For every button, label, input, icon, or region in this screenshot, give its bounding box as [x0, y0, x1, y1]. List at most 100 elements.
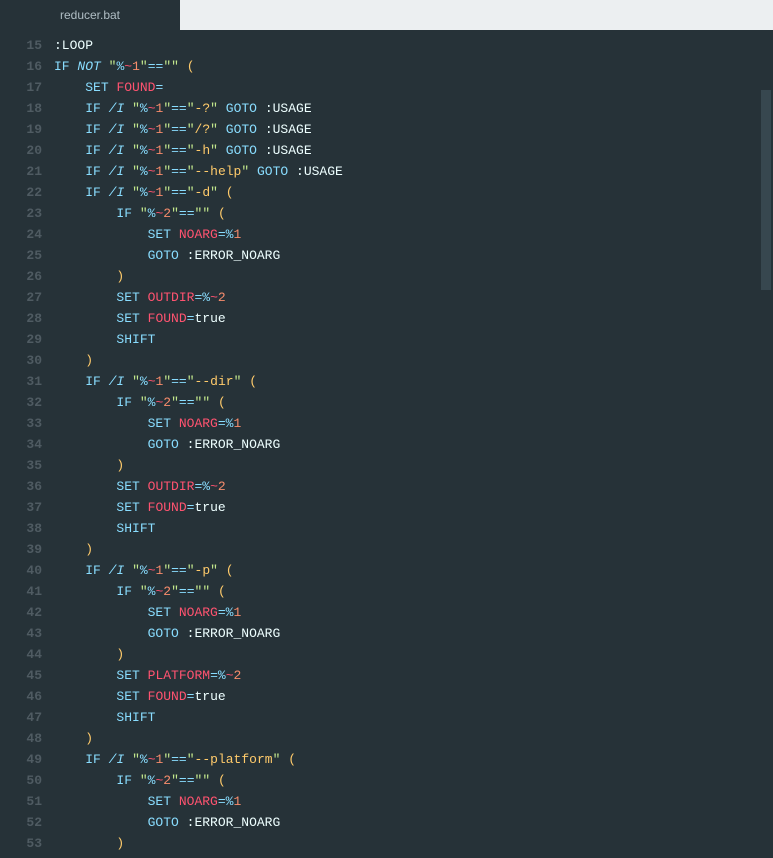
- code-line[interactable]: IF "%~2"=="" (: [54, 392, 773, 413]
- code-line[interactable]: ): [54, 833, 773, 854]
- scrollbar-track[interactable]: [759, 30, 773, 858]
- token-num: 1: [233, 605, 241, 620]
- code-editor[interactable]: 1516171819202122232425262728293031323334…: [0, 30, 773, 858]
- code-line[interactable]: ): [54, 350, 773, 371]
- code-line[interactable]: SET NOARG=%1: [54, 602, 773, 623]
- code-line[interactable]: SET FOUND=true: [54, 308, 773, 329]
- token-str: ": [210, 185, 218, 200]
- code-line[interactable]: SHIFT: [54, 707, 773, 728]
- line-number: 33: [0, 413, 42, 434]
- token-tilde: ~: [148, 374, 156, 389]
- line-number: 37: [0, 497, 42, 518]
- code-line[interactable]: SET NOARG=%1: [54, 224, 773, 245]
- code-line[interactable]: SHIFT: [54, 518, 773, 539]
- token-kwem: /I: [109, 374, 125, 389]
- token-white: :USAGE: [296, 164, 343, 179]
- token-flag: -?: [195, 101, 211, 116]
- token-pct: %: [140, 101, 148, 116]
- token-kw: IF: [116, 206, 132, 221]
- code-line[interactable]: SET NOARG=%1: [54, 413, 773, 434]
- code-line[interactable]: IF /I "%~1"=="--help" GOTO :USAGE: [54, 161, 773, 182]
- line-number: 52: [0, 812, 42, 833]
- code-line[interactable]: ): [54, 455, 773, 476]
- token-white: :ERROR_NOARG: [187, 815, 281, 830]
- code-line[interactable]: IF /I "%~1"=="-?" GOTO :USAGE: [54, 98, 773, 119]
- token-kwem: NOT: [77, 59, 100, 74]
- line-number: 27: [0, 287, 42, 308]
- code-line[interactable]: IF "%~2"=="" (: [54, 203, 773, 224]
- token-oper: ==: [179, 395, 195, 410]
- token-kw: SET: [116, 479, 139, 494]
- code-line[interactable]: GOTO :ERROR_NOARG: [54, 812, 773, 833]
- code-line[interactable]: SET NOARG=%1: [54, 791, 773, 812]
- token-str: ": [171, 206, 179, 221]
- code-line[interactable]: IF /I "%~1"=="-d" (: [54, 182, 773, 203]
- code-line[interactable]: IF /I "%~1"=="-p" (: [54, 560, 773, 581]
- tab-empty-area[interactable]: [180, 0, 773, 30]
- token-oper: =: [218, 416, 226, 431]
- token-str: ": [187, 101, 195, 116]
- token-num: 1: [233, 227, 241, 242]
- token-kw: IF: [85, 374, 101, 389]
- line-number: 17: [0, 77, 42, 98]
- token-kw: GOTO: [226, 143, 257, 158]
- token-white: :USAGE: [265, 143, 312, 158]
- line-number: 44: [0, 644, 42, 665]
- token-str: "": [195, 584, 211, 599]
- code-line[interactable]: IF "%~2"=="" (: [54, 581, 773, 602]
- code-line[interactable]: IF /I "%~1"=="--dir" (: [54, 371, 773, 392]
- token-pct: %: [140, 374, 148, 389]
- line-number: 15: [0, 35, 42, 56]
- line-number: 16: [0, 56, 42, 77]
- code-line[interactable]: GOTO :ERROR_NOARG: [54, 623, 773, 644]
- token-pct: %: [140, 752, 148, 767]
- code-line[interactable]: ): [54, 539, 773, 560]
- token-oper: =: [210, 668, 218, 683]
- code-area[interactable]: :LOOPIF NOT "%~1"=="" ( SET FOUND= IF /I…: [50, 30, 773, 858]
- token-kw: SET: [116, 689, 139, 704]
- code-line[interactable]: SET FOUND=true: [54, 497, 773, 518]
- token-flag: (: [187, 59, 195, 74]
- token-kwem: /I: [109, 563, 125, 578]
- file-tab[interactable]: reducer.bat: [0, 0, 180, 30]
- scrollbar-thumb[interactable]: [761, 90, 771, 290]
- token-pct: %: [140, 143, 148, 158]
- code-line[interactable]: ): [54, 728, 773, 749]
- token-num: 1: [233, 416, 241, 431]
- token-str: ": [163, 374, 171, 389]
- code-line[interactable]: SET OUTDIR=%~2: [54, 287, 773, 308]
- code-line[interactable]: :LOOP: [54, 35, 773, 56]
- code-line[interactable]: SET FOUND=: [54, 77, 773, 98]
- token-tilde: ~: [148, 563, 156, 578]
- line-number: 38: [0, 518, 42, 539]
- code-line[interactable]: IF "%~2"=="" (: [54, 770, 773, 791]
- code-line[interactable]: SET FOUND=true: [54, 686, 773, 707]
- token-str: ": [210, 122, 218, 137]
- token-var: OUTDIR: [148, 479, 195, 494]
- code-line[interactable]: SET PLATFORM=%~2: [54, 665, 773, 686]
- token-kw: GOTO: [226, 122, 257, 137]
- token-str: ": [187, 185, 195, 200]
- token-tilde: ~: [124, 59, 132, 74]
- token-oper: =: [218, 605, 226, 620]
- line-number: 31: [0, 371, 42, 392]
- code-line[interactable]: IF /I "%~1"=="--platform" (: [54, 749, 773, 770]
- token-kw: SET: [148, 794, 171, 809]
- token-str: ": [132, 563, 140, 578]
- code-line[interactable]: SET OUTDIR=%~2: [54, 476, 773, 497]
- code-line[interactable]: ): [54, 266, 773, 287]
- code-line[interactable]: IF NOT "%~1"=="" (: [54, 56, 773, 77]
- token-kwem: /I: [109, 185, 125, 200]
- code-line[interactable]: GOTO :ERROR_NOARG: [54, 245, 773, 266]
- token-kwem: /I: [109, 101, 125, 116]
- code-line[interactable]: ): [54, 644, 773, 665]
- token-flag: ): [116, 458, 124, 473]
- code-line[interactable]: GOTO :ERROR_NOARG: [54, 434, 773, 455]
- token-str: ": [163, 101, 171, 116]
- code-line[interactable]: IF /I "%~1"=="/?" GOTO :USAGE: [54, 119, 773, 140]
- code-line[interactable]: SHIFT: [54, 329, 773, 350]
- code-line[interactable]: IF /I "%~1"=="-h" GOTO :USAGE: [54, 140, 773, 161]
- line-number-gutter: 1516171819202122232425262728293031323334…: [0, 30, 50, 858]
- token-flag: ): [116, 836, 124, 851]
- token-str: ": [187, 122, 195, 137]
